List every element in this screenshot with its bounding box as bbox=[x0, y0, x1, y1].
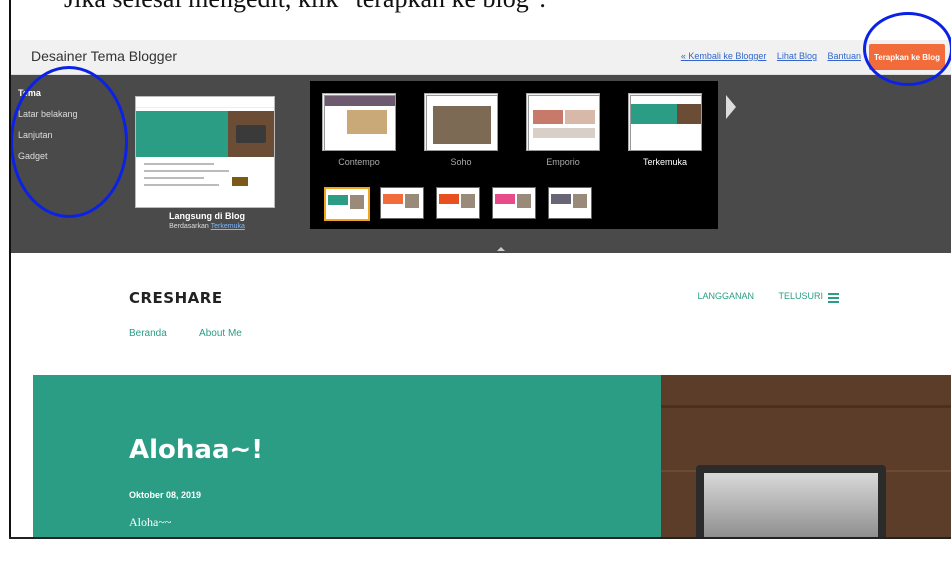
preview-hero bbox=[136, 111, 228, 157]
back-to-blogger-link[interactable]: « Kembali ke Blogger bbox=[681, 51, 767, 61]
theme-designer-panel: Tema Latar belakang Lanjutan Gadget Lang… bbox=[11, 75, 951, 253]
blog-brand[interactable]: CRESHARE bbox=[129, 289, 223, 307]
post-title[interactable]: Alohaa~! bbox=[129, 435, 263, 465]
post-hero-image bbox=[661, 375, 951, 538]
nav-about-me[interactable]: About Me bbox=[199, 328, 242, 339]
theme-name: Soho bbox=[450, 157, 472, 167]
theme-contempo[interactable]: Contempo bbox=[316, 89, 402, 171]
blog-preview: CRESHARE LANGGANAN TELUSURI Beranda Abou… bbox=[11, 253, 951, 538]
designer-topbar: Desainer Tema Blogger « Kembali ke Blogg… bbox=[11, 40, 951, 75]
theme-name: Emporio bbox=[546, 157, 580, 167]
preview-sub-link[interactable]: Terkemuka bbox=[211, 223, 245, 230]
laptop-illustration bbox=[696, 465, 886, 538]
nav-langganan[interactable]: LANGGANAN bbox=[697, 291, 754, 301]
theme-thumbnail bbox=[322, 93, 396, 151]
theme-thumbnail bbox=[526, 93, 600, 151]
next-themes-arrow-icon[interactable] bbox=[726, 95, 736, 119]
post-date: Oktober 08, 2019 bbox=[129, 490, 202, 500]
preview-hero-image bbox=[228, 111, 274, 157]
theme-soho[interactable]: Soho bbox=[418, 89, 504, 171]
live-preview-label: Langsung di Blog bbox=[169, 211, 245, 221]
variant-5[interactable] bbox=[548, 187, 592, 219]
menu-icon[interactable] bbox=[828, 293, 839, 305]
preview-badge bbox=[232, 177, 248, 186]
blog-sub-nav: Beranda About Me bbox=[129, 328, 272, 339]
app-title: Desainer Tema Blogger bbox=[31, 48, 178, 64]
live-preview-subtitle: Berdasarkan Terkemuka bbox=[132, 223, 282, 230]
variant-1[interactable] bbox=[324, 187, 370, 221]
nav-beranda[interactable]: Beranda bbox=[129, 328, 167, 339]
annotation-circle-sidebar bbox=[11, 66, 128, 218]
variant-2[interactable] bbox=[380, 187, 424, 219]
live-preview-thumbnail bbox=[135, 96, 275, 208]
top-links: « Kembali ke Blogger Lihat Blog Bantuan bbox=[673, 51, 861, 61]
variant-4[interactable] bbox=[492, 187, 536, 219]
preview-sub-prefix: Berdasarkan bbox=[169, 223, 209, 230]
theme-terkemuka[interactable]: Terkemuka bbox=[622, 89, 708, 171]
view-blog-link[interactable]: Lihat Blog bbox=[777, 51, 817, 61]
blog-top-nav: LANGGANAN TELUSURI bbox=[675, 291, 823, 301]
preview-text-lines bbox=[144, 163, 244, 191]
preview-nav-strip bbox=[136, 97, 274, 108]
theme-thumbnail bbox=[628, 93, 702, 151]
post-snippet: Aloha~~ bbox=[129, 515, 172, 529]
help-link[interactable]: Bantuan bbox=[827, 51, 861, 61]
variant-3[interactable] bbox=[436, 187, 480, 219]
collapse-panel-icon[interactable] bbox=[497, 247, 505, 251]
nav-telusuri[interactable]: TELUSURI bbox=[778, 291, 823, 301]
annotation-circle-apply bbox=[863, 12, 951, 86]
theme-gallery: Contempo Soho Emporio Terkemuka bbox=[310, 81, 718, 229]
live-preview-card[interactable]: Langsung di Blog Berdasarkan Terkemuka bbox=[132, 93, 282, 243]
theme-thumbnail bbox=[424, 93, 498, 151]
bottom-rule bbox=[9, 537, 951, 539]
screenshot-frame: Desainer Tema Blogger « Kembali ke Blogg… bbox=[9, 0, 951, 538]
theme-emporio[interactable]: Emporio bbox=[520, 89, 606, 171]
theme-name: Terkemuka bbox=[642, 157, 687, 167]
theme-name: Contempo bbox=[338, 157, 380, 167]
post-hero: Alohaa~! Oktober 08, 2019 Aloha~~ bbox=[33, 375, 661, 538]
